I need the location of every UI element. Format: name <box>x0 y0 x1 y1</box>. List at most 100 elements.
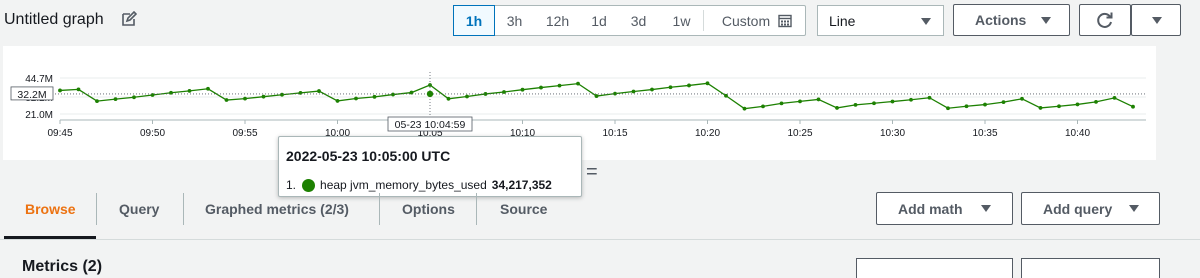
data-point <box>964 104 969 109</box>
caret-down-icon <box>921 18 931 25</box>
data-point <box>1075 102 1080 107</box>
tab-graphed-metrics[interactable]: Graphed metrics (2/3) <box>205 190 349 228</box>
metrics-action-button-2[interactable] <box>1021 258 1160 278</box>
custom-range-button[interactable]: Custom <box>704 6 804 35</box>
data-point <box>224 98 229 102</box>
tab-divider <box>96 193 97 225</box>
add-math-button[interactable]: Add math <box>876 192 1013 225</box>
metrics-action-button[interactable] <box>856 258 1013 278</box>
data-point <box>1020 96 1024 101</box>
data-point <box>465 94 469 99</box>
data-point <box>668 85 673 90</box>
data-point <box>742 106 747 111</box>
refresh-options-button[interactable] <box>1131 4 1181 36</box>
data-point <box>872 101 876 106</box>
chart-series <box>58 81 1135 111</box>
refresh-icon <box>1097 12 1113 28</box>
actions-button[interactable]: Actions <box>953 4 1070 36</box>
data-point <box>391 92 395 97</box>
tab-source[interactable]: Source <box>500 190 547 228</box>
data-point <box>1112 95 1117 100</box>
data-point <box>983 102 987 107</box>
graph-title[interactable]: Untitled graph <box>4 11 104 29</box>
tab-options[interactable]: Options <box>402 190 455 228</box>
actions-label: Actions <box>975 12 1027 28</box>
x-tick-label: 10:40 <box>1065 128 1090 139</box>
data-point <box>835 106 839 110</box>
data-point <box>557 83 562 88</box>
data-point <box>206 86 210 91</box>
data-point <box>705 81 710 86</box>
x-tick-label: 09:55 <box>232 128 257 139</box>
data-point <box>798 99 802 104</box>
caret-down-icon <box>1129 205 1139 212</box>
section-divider <box>0 239 1200 240</box>
data-point <box>1094 99 1098 104</box>
data-point <box>58 88 62 93</box>
add-query-label: Add query <box>1043 200 1113 217</box>
x-hover-label: 05-23 10:04:59 <box>395 119 466 131</box>
calendar-icon <box>778 14 792 27</box>
range-3d-button[interactable]: 3d <box>617 6 660 35</box>
chart-type-select[interactable]: Line <box>817 5 944 36</box>
range-1w-button[interactable]: 1w <box>660 6 703 35</box>
range-1d-button[interactable]: 1d <box>581 6 617 35</box>
y-tick-label: 21.0M <box>25 110 53 121</box>
caret-down-icon <box>981 205 991 212</box>
time-range-selector: 1h 3h 12h 1d 3d 1w Custom <box>453 5 806 36</box>
data-point <box>724 93 728 98</box>
data-point <box>761 104 765 109</box>
tab-divider <box>183 193 184 225</box>
data-point <box>594 94 599 98</box>
data-point <box>502 90 506 94</box>
data-point <box>1057 104 1061 109</box>
hover-point <box>426 90 434 98</box>
data-point <box>909 97 913 102</box>
y-tick-label: 44.7M <box>25 74 53 85</box>
data-point <box>779 101 784 106</box>
data-point <box>335 99 340 103</box>
data-point <box>354 96 358 101</box>
chart-grid <box>60 77 1146 121</box>
tab-divider <box>379 193 380 225</box>
data-point <box>890 99 895 104</box>
x-tick-label: 10:35 <box>972 128 997 139</box>
add-math-label: Add math <box>898 200 963 217</box>
x-tick-label: 09:50 <box>140 128 165 139</box>
refresh-button[interactable] <box>1079 4 1131 36</box>
range-12h-button[interactable]: 12h <box>534 6 581 35</box>
data-point <box>576 81 580 86</box>
data-point <box>853 102 858 107</box>
caret-down-icon <box>1152 17 1162 24</box>
tab-browse[interactable]: Browse <box>25 190 76 228</box>
data-point <box>317 89 321 93</box>
data-point <box>816 97 821 102</box>
data-point <box>76 87 81 92</box>
hover-marker: 32.2M 05-23 10:04:59 <box>10 72 1146 132</box>
data-point <box>539 85 543 90</box>
tab-divider <box>476 193 477 225</box>
x-tick-label: 09:45 <box>47 128 72 139</box>
data-point <box>95 99 99 103</box>
edit-icon[interactable] <box>121 11 137 27</box>
metrics-heading: Metrics (2) <box>22 258 103 275</box>
x-tick-label: 10:30 <box>880 128 905 139</box>
resize-handle[interactable]: = <box>586 161 598 184</box>
data-point <box>1131 104 1135 109</box>
data-point <box>132 95 136 100</box>
data-point <box>946 106 950 111</box>
data-point <box>1038 106 1043 110</box>
range-3h-button[interactable]: 3h <box>495 6 534 35</box>
data-point <box>372 94 377 99</box>
range-1h-button[interactable]: 1h <box>453 5 495 36</box>
data-point <box>187 89 192 93</box>
data-point <box>113 97 118 102</box>
add-query-button[interactable]: Add query <box>1021 192 1160 225</box>
caret-down-icon <box>1041 17 1051 24</box>
data-point <box>280 92 284 97</box>
chart-tooltip: 2022-05-23 10:05:00 UTC 1. heap jvm_memo… <box>278 136 582 197</box>
data-point <box>520 87 525 92</box>
tooltip-timestamp: 2022-05-23 10:05:00 UTC <box>286 148 451 164</box>
tab-query[interactable]: Query <box>119 190 159 228</box>
x-tick-label: 10:25 <box>787 128 812 139</box>
